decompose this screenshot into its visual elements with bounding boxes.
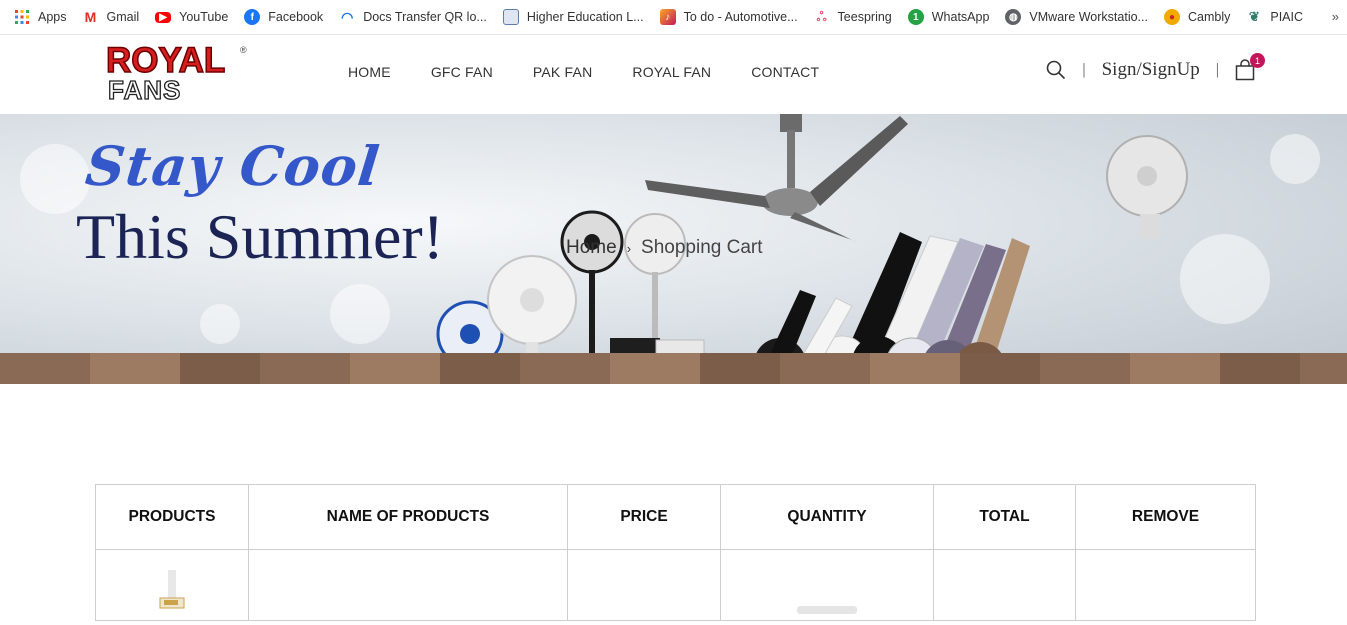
cart-cell-name xyxy=(248,549,568,621)
bookmarks-bar: Apps M Gmail ▶ YouTube f Facebook ◠ Docs… xyxy=(0,0,1347,35)
bookmark-docs-transfer[interactable]: ◠ Docs Transfer QR lo... xyxy=(339,9,487,25)
cart-table: PRODUCTS NAME OF PRODUCTS PRICE QUANTITY… xyxy=(95,484,1256,621)
logo-fans-text: FANS xyxy=(107,75,182,105)
document-icon xyxy=(502,9,519,25)
column-header-name: NAME OF PRODUCTS xyxy=(248,484,568,550)
nav-gfc-fan[interactable]: GFC FAN xyxy=(431,64,493,80)
bookmark-label: To do - Automotive... xyxy=(683,10,798,24)
breadcrumb-home-link[interactable]: Home xyxy=(566,237,617,259)
bookmark-label: PIAIC xyxy=(1270,10,1304,24)
todo-icon: ♪ xyxy=(659,9,676,25)
bookmark-higher-education[interactable]: Higher Education L... xyxy=(502,9,644,25)
nav-royal-fan[interactable]: ROYAL FAN xyxy=(632,64,711,80)
bookmark-label: Cambly xyxy=(1187,10,1231,24)
youtube-icon: ▶ xyxy=(155,11,172,23)
whatsapp-icon: 1 xyxy=(907,9,924,25)
gmail-icon: M xyxy=(84,9,97,25)
bookmark-facebook[interactable]: f Facebook xyxy=(244,9,323,25)
bookmark-teespring[interactable]: ஃ Teespring xyxy=(814,8,892,25)
cart-item-row xyxy=(95,549,1256,621)
column-header-quantity: QUANTITY xyxy=(720,484,934,550)
apps-grid-icon xyxy=(14,9,30,25)
sign-in-link[interactable]: Sign/SignUp xyxy=(1102,59,1200,81)
bookmark-vmware[interactable]: ◍ VMware Workstatio... xyxy=(1005,9,1148,25)
bookmark-label: VMware Workstatio... xyxy=(1029,10,1148,24)
cart-cell-total xyxy=(933,549,1076,621)
facebook-icon: f xyxy=(244,9,261,25)
column-header-total: TOTAL xyxy=(933,484,1076,550)
royal-fans-logo[interactable]: ROYAL ® FANS xyxy=(105,41,247,107)
header-separator: | xyxy=(1215,61,1219,78)
bookmark-apps[interactable]: Apps xyxy=(14,9,67,25)
breadcrumb-current: Shopping Cart xyxy=(641,237,763,258)
cart-cell-quantity xyxy=(720,549,934,621)
header-separator: | xyxy=(1082,61,1086,78)
main-nav: HOME GFC FAN PAK FAN ROYAL FAN CONTACT xyxy=(348,64,859,80)
breadcrumb: Home › Shopping Cart xyxy=(566,237,763,259)
wooden-floor-decoration xyxy=(0,353,1347,384)
globe-icon: ◍ xyxy=(1005,9,1022,25)
nav-contact[interactable]: CONTACT xyxy=(751,64,819,80)
wall-fan-image xyxy=(1106,135,1188,238)
bookmark-label: Docs Transfer QR lo... xyxy=(363,10,487,24)
hero-banner: Stay Cool This Summer! Home › Shopping C… xyxy=(0,114,1347,384)
bookmark-label: Teespring xyxy=(837,10,892,24)
chevron-right-icon: › xyxy=(626,240,632,256)
column-header-products: PRODUCTS xyxy=(95,484,249,550)
hero-tagline-script: Stay Cool xyxy=(82,134,384,198)
bookmark-label: Apps xyxy=(38,10,67,24)
bookmark-gmail[interactable]: M Gmail xyxy=(83,9,140,25)
cart-cell-remove xyxy=(1075,549,1256,621)
product-thumbnail-image[interactable] xyxy=(152,570,192,620)
cart-count-badge: 1 xyxy=(1250,53,1265,68)
bookmarks-overflow-button[interactable]: » xyxy=(1332,9,1339,24)
nav-pak-fan[interactable]: PAK FAN xyxy=(533,64,593,80)
cart-table-header: PRODUCTS NAME OF PRODUCTS PRICE QUANTITY… xyxy=(95,484,1256,550)
bookmark-whatsapp[interactable]: 1 WhatsApp xyxy=(907,9,990,25)
quantity-stepper[interactable] xyxy=(797,606,857,614)
bookmark-cambly[interactable]: ● Cambly xyxy=(1163,9,1231,25)
column-header-price: PRICE xyxy=(567,484,721,550)
ceiling-fan-image xyxy=(645,114,908,244)
site-header: ROYAL ® FANS HOME GFC FAN PAK FAN ROYAL … xyxy=(0,35,1347,114)
header-actions: | Sign/SignUp | 1 xyxy=(1046,53,1265,81)
bookmark-label: WhatsApp xyxy=(931,10,990,24)
logo-royal-text: ROYAL xyxy=(105,41,226,80)
piaic-icon: ❦ xyxy=(1248,9,1260,24)
bookmark-label: YouTube xyxy=(179,10,229,24)
cambly-icon: ● xyxy=(1163,9,1180,25)
bookmark-label: Facebook xyxy=(268,10,324,24)
wifi-icon: ◠ xyxy=(341,8,354,25)
cart-cell-price xyxy=(567,549,721,621)
bookmark-label: Higher Education L... xyxy=(526,10,644,24)
logo-registered-mark: ® xyxy=(240,45,247,55)
bookmark-piaic[interactable]: ❦ PIAIC xyxy=(1246,9,1303,25)
bookmark-youtube[interactable]: ▶ YouTube xyxy=(155,10,228,24)
search-icon[interactable] xyxy=(1046,60,1066,80)
hero-tagline-heading: This Summer! xyxy=(76,201,444,272)
column-header-remove: REMOVE xyxy=(1075,484,1256,550)
teespring-icon: ஃ xyxy=(816,8,827,24)
bookmark-todo[interactable]: ♪ To do - Automotive... xyxy=(659,9,798,25)
bookmark-label: Gmail xyxy=(106,10,140,24)
cart-button[interactable]: 1 xyxy=(1235,53,1265,81)
nav-home[interactable]: HOME xyxy=(348,64,391,80)
cart-cell-product xyxy=(95,549,249,621)
